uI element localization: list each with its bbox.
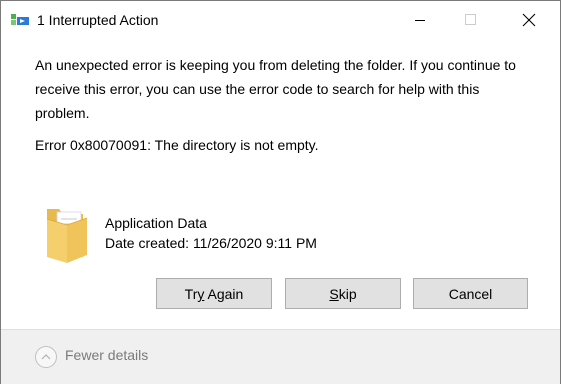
skip-button[interactable]: Skip — [285, 278, 401, 309]
try-again-button[interactable]: Try Again — [156, 278, 272, 309]
error-code: Error 0x80070091: The directory is not e… — [35, 137, 319, 153]
skip-label-suffix: kip — [338, 286, 357, 302]
dialog-footer: Fewer details — [1, 329, 560, 384]
file-date-created: Date created: 11/26/2020 9:11 PM — [105, 235, 317, 251]
try-again-label-suffix: Again — [204, 286, 244, 302]
title-bar[interactable]: 1 Interrupted Action — [1, 1, 560, 39]
cancel-button[interactable]: Cancel — [413, 278, 528, 309]
try-again-label-prefix: Tr — [184, 286, 198, 302]
fewer-details-label[interactable]: Fewer details — [65, 347, 148, 363]
maximize-icon — [465, 14, 476, 25]
close-button[interactable] — [506, 1, 552, 39]
window-title: 1 Interrupted Action — [37, 12, 159, 28]
maximize-button[interactable] — [448, 1, 494, 39]
chevron-up-icon[interactable] — [35, 346, 57, 368]
folder-icon — [46, 209, 88, 263]
skip-accelerator: S — [329, 286, 339, 302]
dialog-window: 1 Interrupted Action An unexpected error… — [0, 0, 561, 384]
error-message: An unexpected error is keeping you from … — [35, 57, 516, 121]
close-icon — [522, 13, 536, 27]
minimize-button[interactable] — [397, 1, 443, 39]
minimize-icon — [415, 20, 425, 21]
app-icon — [11, 14, 29, 25]
